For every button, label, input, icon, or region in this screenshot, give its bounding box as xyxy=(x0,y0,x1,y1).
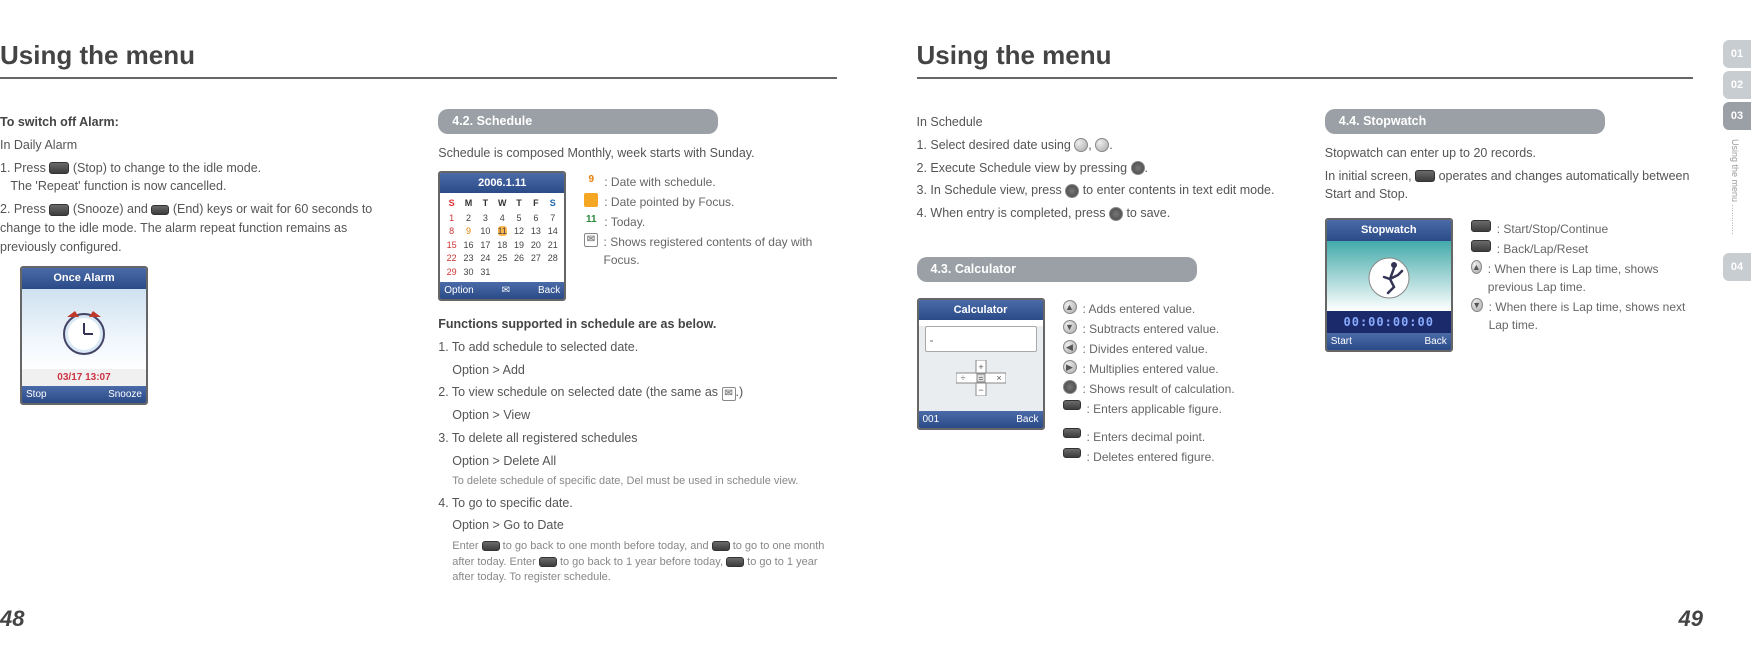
calc-dpad-icon: + − ÷ × = xyxy=(956,360,1006,401)
svg-text:+: + xyxy=(978,362,983,372)
alarm-clock-icon xyxy=(22,289,146,369)
ok-key-icon xyxy=(1065,184,1079,198)
svg-text:×: × xyxy=(996,373,1001,383)
softkey-right: Back xyxy=(1016,412,1038,427)
softkey-right: Back xyxy=(1425,334,1447,349)
schedule-intro: Schedule is composed Monthly, week start… xyxy=(438,144,836,163)
screen-title: 2006.1.11 xyxy=(440,173,564,194)
svg-text:=: = xyxy=(978,374,983,383)
softkey-icon xyxy=(1471,240,1491,252)
svg-text:−: − xyxy=(978,385,983,395)
chapter-tab-01: 01 xyxy=(1723,40,1751,68)
nav-key-icon xyxy=(1095,138,1109,152)
key-icon xyxy=(726,557,744,567)
softkey-left: 001 xyxy=(923,412,940,427)
stopwatch-time: 00:00:00:00 xyxy=(1327,311,1451,333)
title-rule xyxy=(0,77,837,79)
softkey-left: Option xyxy=(444,283,473,298)
functions-list: 1. To add schedule to selected date. Opt… xyxy=(438,338,836,586)
alarm-off-section: To switch off Alarm: In Daily Alarm 1. P… xyxy=(0,109,398,589)
title-rule xyxy=(917,77,1694,79)
down-key-icon: ▼ xyxy=(1471,298,1483,312)
schedule-section: 4.2. Schedule Schedule is composed Month… xyxy=(438,109,836,589)
ok-key-icon xyxy=(1063,380,1077,394)
softkey-right: Back xyxy=(538,283,560,298)
chapter-tab-03: 03 xyxy=(1723,102,1751,130)
up-key-icon: ▲ xyxy=(1063,300,1077,314)
calendar-screenshot: 2006.1.11 SMTWTFS 1234567 891011121314 1… xyxy=(438,171,566,302)
runner-icon xyxy=(1327,241,1451,311)
chapter-tab-02: 02 xyxy=(1723,71,1751,99)
softkey-left: Stop xyxy=(26,387,47,402)
alarm-step2: 2. Press (Snooze) and (End) keys or wait… xyxy=(0,200,398,256)
softkey-icon xyxy=(49,204,69,216)
screen-title: Stopwatch xyxy=(1327,220,1451,241)
page-title: Using the menu xyxy=(0,40,837,71)
left-key-icon: ◀ xyxy=(1063,340,1077,354)
end-key-icon xyxy=(151,205,169,215)
alarm-heading: To switch off Alarm: xyxy=(0,115,119,129)
softkey-icon xyxy=(1415,170,1435,182)
section-tab-stopwatch: 4.4. Stopwatch xyxy=(1325,109,1605,134)
key-icon xyxy=(539,557,557,567)
stopwatch-screenshot: Stopwatch 00:00:00:00 Start Back xyxy=(1325,218,1453,352)
chapter-label: Using the menu ............ xyxy=(1723,133,1747,253)
page-title: Using the menu xyxy=(917,40,1694,71)
alarm-sub: In Daily Alarm xyxy=(0,136,398,155)
calculator-screenshot: Calculator + − ÷ × xyxy=(917,298,1045,431)
stopwatch-section: 4.4. Stopwatch Stopwatch can enter up to… xyxy=(1325,109,1693,468)
section-tab-schedule: 4.2. Schedule xyxy=(438,109,718,134)
screen-title: Once Alarm xyxy=(22,268,146,289)
numpad-icon xyxy=(1063,400,1081,410)
key-icon xyxy=(712,541,730,551)
softkey-icon xyxy=(49,162,69,174)
right-key-icon: ▶ xyxy=(1063,360,1077,374)
down-key-icon: ▼ xyxy=(1063,320,1077,334)
page-49: Using the menu In Schedule 1. Select des… xyxy=(877,0,1753,650)
ok-key-icon xyxy=(1109,207,1123,221)
screen-title: Calculator xyxy=(919,300,1043,321)
up-key-icon: ▲ xyxy=(1471,260,1482,274)
clear-key-icon xyxy=(1063,448,1081,458)
alarm-time: 03/17 13:07 xyxy=(22,369,146,386)
star-key-icon xyxy=(1063,428,1081,438)
functions-heading: Functions supported in schedule are as b… xyxy=(438,317,716,331)
alarm-step1: 1. Press (Stop) to change to the idle mo… xyxy=(0,159,398,197)
schedule-usage: In Schedule 1. Select desired date using… xyxy=(917,109,1285,468)
chapter-tabs: 01 02 03 Using the menu ............ 04 xyxy=(1723,40,1753,284)
softkey-right: Snooze xyxy=(108,387,142,402)
section-tab-calculator: 4.3. Calculator xyxy=(917,257,1197,282)
page-48: Using the menu To switch off Alarm: In D… xyxy=(0,0,877,650)
svg-text:÷: ÷ xyxy=(960,373,965,383)
key-icon xyxy=(482,541,500,551)
softkey-left: Start xyxy=(1331,334,1352,349)
page-number: 49 xyxy=(1679,606,1703,632)
softkey-icon xyxy=(1471,220,1491,232)
page-number: 48 xyxy=(0,606,24,632)
chapter-tab-04: 04 xyxy=(1723,253,1751,281)
nav-key-icon xyxy=(1074,138,1088,152)
ok-key-icon xyxy=(1131,161,1145,175)
calendar-grid: SMTWTFS 1234567 891011121314 15161718192… xyxy=(443,196,561,279)
alarm-screenshot: Once Alarm 03/17 13:07 xyxy=(20,266,148,405)
